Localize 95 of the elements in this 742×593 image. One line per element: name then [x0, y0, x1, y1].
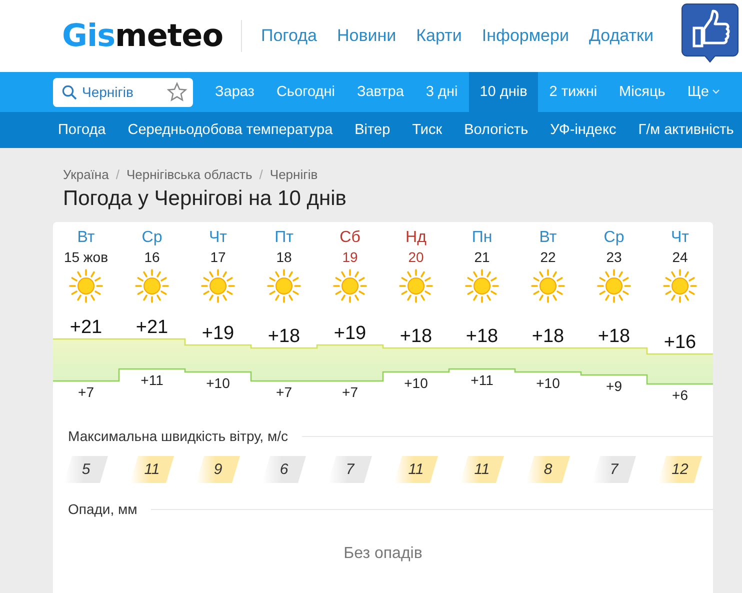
sun-icon	[266, 268, 302, 304]
max-temperature: +18	[268, 326, 300, 347]
caret-icon	[712, 89, 720, 95]
subnav-link[interactable]: Вітер	[344, 122, 402, 138]
wind-speed: 7	[328, 456, 372, 483]
day-name: Сб	[340, 229, 360, 247]
sun-icon	[464, 268, 500, 304]
max-temperature: +18	[400, 326, 432, 347]
nav-link[interactable]: Погода	[261, 26, 317, 46]
day-date: 24	[672, 249, 688, 265]
max-temperature: +18	[532, 326, 564, 347]
min-temperature: +9	[606, 378, 622, 394]
max-temperature: +18	[598, 326, 630, 347]
section-label: Опади, мм	[68, 501, 138, 517]
sun-icon	[68, 268, 104, 304]
day-name: Чт	[671, 229, 689, 247]
sun-icon	[332, 268, 368, 304]
wind-speed: 12	[658, 456, 702, 483]
day-date: 21	[474, 249, 490, 265]
sun-icon	[398, 268, 434, 304]
wind-speed: 8	[526, 456, 570, 483]
nav-tab[interactable]: Зараз	[204, 72, 266, 112]
day-date: 17	[210, 249, 226, 265]
nav-tab[interactable]: Завтра	[346, 72, 415, 112]
day-date: 22	[540, 249, 556, 265]
sun-icon	[200, 268, 236, 304]
wind-speed: 6	[262, 456, 306, 483]
day-name: Чт	[209, 229, 227, 247]
section-label: Максимальна швидкість вітру, м/с	[68, 428, 288, 444]
min-temperature: +10	[404, 375, 428, 391]
wind-speed: 9	[196, 456, 240, 483]
sun-icon	[662, 268, 698, 304]
min-temperature: +10	[536, 375, 560, 391]
min-temperature: +11	[470, 372, 494, 388]
subnav-link[interactable]: Тиск	[401, 122, 454, 138]
min-temperature: +11	[140, 372, 164, 388]
search-icon	[62, 84, 77, 100]
max-temperature: +21	[136, 317, 168, 338]
sun-icon	[134, 268, 170, 304]
breadcrumb-link[interactable]: Чернігів	[270, 167, 318, 182]
min-temperature: +7	[342, 384, 358, 400]
nav-link[interactable]: Інформери	[482, 26, 569, 46]
min-temperature: +7	[78, 384, 94, 400]
nav-tab[interactable]: 10 днів	[468, 72, 538, 112]
sun-icon	[530, 268, 566, 304]
day-name: Вт	[539, 229, 557, 247]
subnav-link[interactable]: УФ-індекс	[539, 122, 628, 138]
nav-link[interactable]: Додатки	[588, 26, 654, 46]
day-date: 18	[276, 249, 292, 265]
max-temperature: +19	[334, 323, 366, 344]
day-date: 19	[342, 249, 358, 265]
day-date: 16	[144, 249, 160, 265]
breadcrumb-link[interactable]: Україна	[63, 167, 109, 182]
day-name: Вт	[77, 229, 95, 247]
nav-link[interactable]: Новини	[336, 26, 396, 46]
max-temperature: +21	[70, 317, 102, 338]
subnav-link[interactable]: Середньодобова температура	[116, 122, 344, 138]
min-temperature: +7	[276, 384, 292, 400]
nav-tab[interactable]: 2 тижні	[538, 72, 608, 112]
sun-icon	[596, 268, 632, 304]
day-name: Нд	[406, 229, 426, 247]
day-name: Ср	[142, 229, 162, 247]
day-name: Ср	[604, 229, 624, 247]
wind-speed: 11	[130, 456, 174, 483]
min-temperature: +10	[206, 375, 230, 391]
search-field[interactable]: Чернігів	[53, 78, 193, 106]
nav-link[interactable]: Карти	[416, 26, 462, 46]
nav-tab[interactable]: Сьогодні	[265, 72, 346, 112]
subnav-link[interactable]: Г/м активність	[627, 122, 742, 138]
subnav-link[interactable]: Погода	[47, 122, 117, 138]
precipitation-text: Без опадів	[342, 545, 424, 563]
day-date: 20	[408, 249, 424, 265]
logo[interactable]: Gismeteo	[62, 18, 223, 54]
min-temperature: +6	[672, 387, 688, 403]
max-temperature: +16	[664, 332, 696, 353]
thumbs-up-icon[interactable]	[681, 2, 739, 64]
nav-tab[interactable]: 3 дні	[414, 72, 469, 112]
day-name: Пн	[472, 229, 492, 247]
max-temperature: +19	[202, 323, 234, 344]
day-name: Пт	[274, 229, 294, 247]
wind-speed: 11	[460, 456, 504, 483]
nav-tab[interactable]: Місяць	[608, 72, 676, 112]
breadcrumb-link[interactable]: Чернігівська область	[126, 167, 252, 182]
page-title: Погода у Чернігові на 10 днів	[63, 187, 348, 211]
breadcrumb-separator: /	[259, 167, 263, 182]
breadcrumb-separator: /	[116, 167, 120, 182]
wind-speed: 11	[394, 456, 438, 483]
day-date: 15 жов	[64, 249, 108, 265]
max-temperature: +18	[466, 326, 498, 347]
star-icon[interactable]	[167, 82, 187, 102]
wind-speed: 5	[64, 456, 108, 483]
day-date: 23	[606, 249, 622, 265]
wind-speed: 7	[592, 456, 636, 483]
nav-tab[interactable]: Ще	[676, 72, 731, 112]
subnav-link[interactable]: Вологість	[453, 122, 540, 138]
